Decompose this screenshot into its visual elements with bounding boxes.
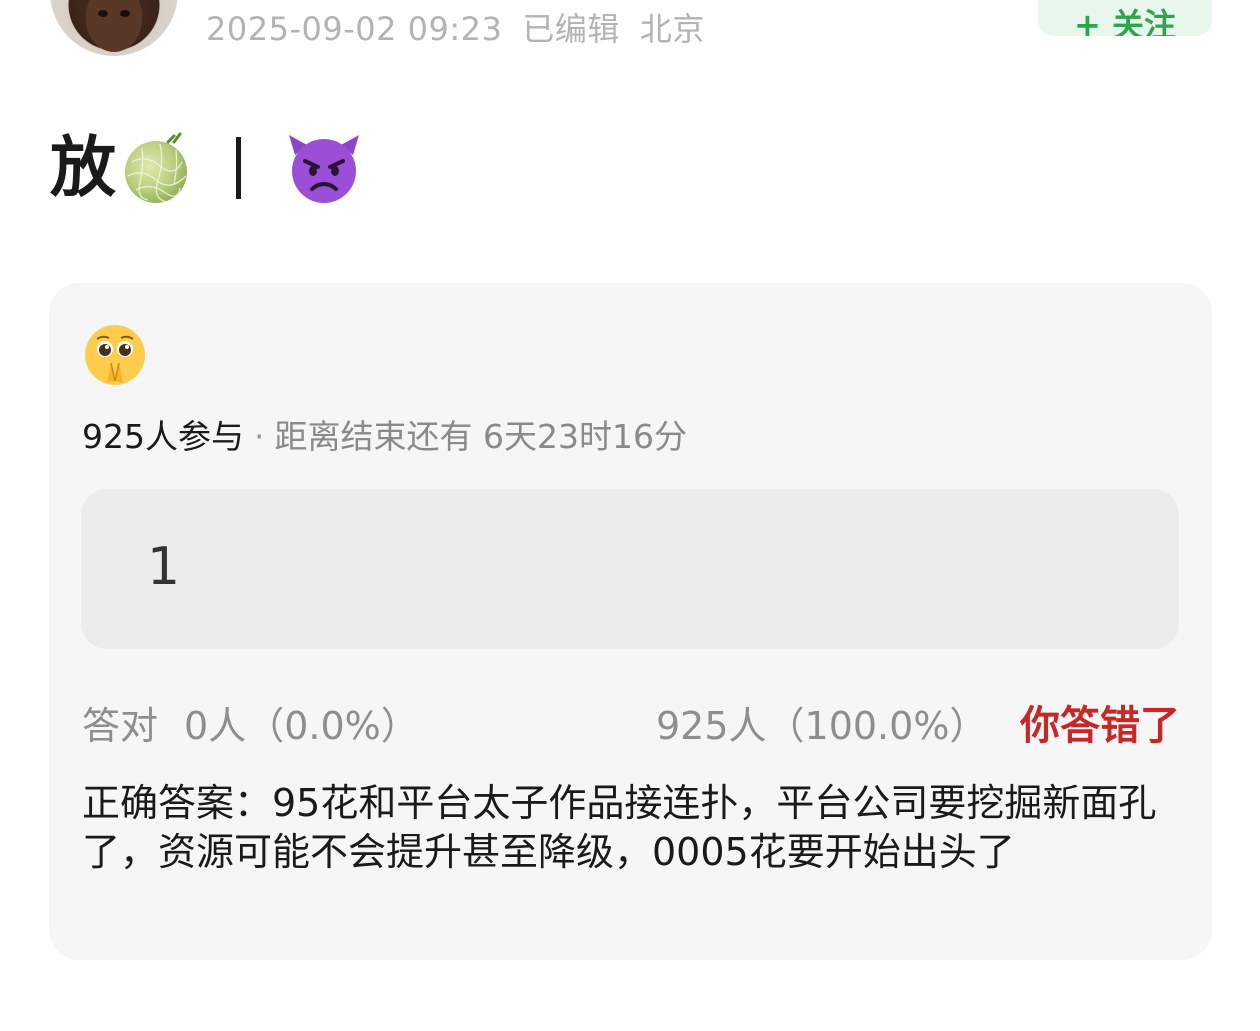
quiz-card: 925人参与 · 距离结束还有 6天23时16分 1 答对 0人（0.0%） 925人… [49, 283, 1212, 960]
correct-count: 0人（0.0%） [184, 704, 419, 748]
devil-icon [289, 135, 359, 203]
follow-button-label: + 关注 [1074, 6, 1176, 36]
time-remaining: 距离结束还有 6天23时16分 [274, 417, 687, 456]
edited-label: 已编辑 [522, 10, 620, 48]
pleading-face-icon [85, 325, 145, 385]
participant-count: 925人参与 [82, 417, 244, 456]
avatar[interactable] [50, 0, 178, 56]
post-title-text: 放 [50, 129, 116, 206]
correct-answer-text: 正确答案：95花和平台太子作品接连扑，平台公司要挖掘新面孔了，资源可能不会提升甚… [82, 781, 1157, 874]
quiz-participation: 925人参与 · 距离结束还有 6天23时16分 [82, 410, 687, 458]
melon-icon [125, 132, 187, 203]
post-meta: 2025-09-02 09:23 已编辑 北京 [206, 4, 725, 50]
follow-button[interactable]: + 关注 [1038, 0, 1212, 36]
title-divider [236, 137, 241, 199]
separator-dot: · [254, 417, 265, 456]
correct-stats: 答对 0人（0.0%） [82, 695, 419, 750]
wrong-count: 925人（100.0%） [656, 704, 988, 748]
post-location: 北京 [639, 10, 705, 48]
correct-label: 答对 [82, 704, 159, 748]
answer-option-text: 1 [147, 537, 181, 597]
result-label: 你答错了 [1020, 703, 1180, 749]
post-timestamp: 2025-09-02 09:23 [206, 10, 503, 48]
quiz-stats: 答对 0人（0.0%） 925人（100.0%） 你答错了 [82, 695, 1180, 749]
answer-option[interactable]: 1 [81, 489, 1179, 649]
post-title: 放 [50, 128, 363, 208]
